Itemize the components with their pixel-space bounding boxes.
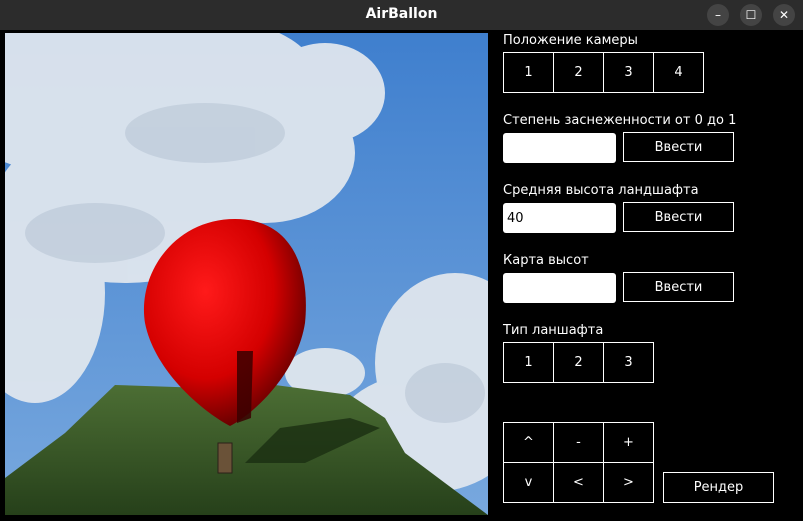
camera-button-2[interactable]: 2 — [553, 52, 604, 93]
landscape-type-button-2[interactable]: 2 — [553, 342, 604, 383]
title-bar: AirBallon – ☐ ✕ — [0, 0, 803, 30]
scene-render — [5, 33, 488, 515]
snow-input[interactable] — [503, 133, 616, 163]
zoom-in-button[interactable]: + — [603, 422, 654, 463]
landscape-type-label: Тип ланшафта — [503, 323, 604, 338]
height-label: Средняя высота ландшафта — [503, 183, 699, 198]
landscape-type-button-3[interactable]: 3 — [603, 342, 654, 383]
render-viewport[interactable] — [5, 33, 488, 515]
camera-button-4[interactable]: 4 — [653, 52, 704, 93]
maximize-icon[interactable]: ☐ — [740, 4, 762, 26]
camera-label: Положение камеры — [503, 33, 638, 48]
move-up-button[interactable]: ^ — [503, 422, 554, 463]
render-button[interactable]: Рендер — [663, 472, 774, 503]
height-submit-button[interactable]: Ввести — [623, 202, 734, 232]
control-panel: Положение камеры 1 2 3 4 Степень заснеже… — [490, 30, 803, 521]
heightmap-label: Карта высот — [503, 253, 589, 268]
move-left-button[interactable]: < — [553, 462, 604, 503]
snow-label: Степень заснеженности от 0 до 1 — [503, 113, 737, 128]
height-input[interactable] — [503, 203, 616, 233]
camera-button-3[interactable]: 3 — [603, 52, 654, 93]
window-title: AirBallon — [365, 6, 438, 22]
heightmap-submit-button[interactable]: Ввести — [623, 272, 734, 302]
zoom-out-button[interactable]: - — [553, 422, 604, 463]
snow-submit-button[interactable]: Ввести — [623, 132, 734, 162]
landscape-type-button-1[interactable]: 1 — [503, 342, 554, 383]
camera-button-1[interactable]: 1 — [503, 52, 554, 93]
minimize-icon[interactable]: – — [707, 4, 729, 26]
move-down-button[interactable]: v — [503, 462, 554, 503]
close-icon[interactable]: ✕ — [773, 4, 795, 26]
move-right-button[interactable]: > — [603, 462, 654, 503]
heightmap-input[interactable] — [503, 273, 616, 303]
